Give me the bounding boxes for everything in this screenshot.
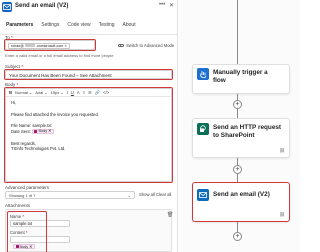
remove-token-icon[interactable]: ✕ [64, 44, 67, 48]
attachment-content-input[interactable]: Body ✕ [10, 236, 70, 250]
body-editor[interactable]: B Normal ⌄ Arial ⌄ 15px ⌄ I U A ≡ ☰ 🔗 </> H… [5, 88, 172, 182]
panel-header: Send an email (V2) ••• ✕ [0, 0, 178, 14]
show-all-button[interactable]: Show all [139, 192, 155, 197]
panel-tabs: Parameters Settings Code view Testing Ab… [2, 21, 140, 35]
attachments-group: Name * sample.txt Content * Body ✕ 🗑 [5, 209, 173, 252]
advanced-mode-switch[interactable]: Switch to Advanced Mode [118, 43, 174, 48]
advanced-parameters-label: Advanced parameters [5, 185, 50, 190]
tab-testing[interactable]: Testing [95, 21, 119, 33]
numbered-list-icon[interactable]: ☰ [88, 90, 92, 95]
close-icon[interactable]: ✕ [169, 2, 174, 9]
body-toolbar: B Normal ⌄ Arial ⌄ 15px ⌄ I U A ≡ ☰ 🔗 </> [6, 89, 171, 97]
font-name-select[interactable]: Arial ⌄ [35, 90, 47, 95]
attachment-name-input[interactable]: sample.txt [10, 219, 70, 227]
link-icon[interactable]: ⛓ [279, 148, 285, 154]
add-step-button[interactable]: + [233, 165, 242, 174]
sharepoint-icon [197, 123, 209, 135]
tab-code-view[interactable]: Code view [63, 21, 94, 33]
bullet-list-icon[interactable]: ≡ [83, 90, 85, 95]
code-view-icon[interactable]: </> [103, 90, 109, 95]
font-style-select[interactable]: Normal ⌄ [15, 90, 32, 95]
tab-settings[interactable]: Settings [37, 21, 63, 33]
card-title: Manually trigger a flow [213, 69, 268, 84]
flow-card-manual-trigger[interactable]: Manually trigger a flow [192, 64, 290, 94]
attachment-content-label: Content * [10, 230, 28, 235]
chevron-down-icon: ⌄ [60, 90, 64, 95]
delete-item-icon[interactable]: 🗑 [167, 212, 173, 218]
clear-all-button[interactable]: Clear all [156, 192, 171, 197]
underline-icon[interactable]: U [71, 90, 74, 95]
http-action-icon [15, 245, 19, 249]
add-step-button[interactable]: + [233, 232, 242, 241]
subject-input[interactable]: Your Document Has Been Found – See Attac… [5, 70, 172, 79]
to-hint: Enter a valid email or a full email addr… [5, 53, 114, 58]
font-color-icon[interactable]: A [77, 90, 80, 95]
subject-label: Subject * [5, 64, 24, 69]
attachments-label: Attachments [5, 203, 31, 208]
redacted-text [24, 43, 35, 48]
font-size-select[interactable]: 15px ⌄ [51, 90, 64, 95]
to-field[interactable]: rohan@ .onmicrosoft.com ✕ [5, 40, 95, 50]
link-icon[interactable]: ⛓ [279, 212, 285, 218]
tab-about[interactable]: About [119, 21, 140, 33]
card-title: Send an email (V2) [213, 191, 270, 198]
italic-icon[interactable]: I [67, 90, 68, 95]
link-icon[interactable]: 🔗 [95, 90, 100, 96]
chevron-down-icon: ⌄ [28, 90, 33, 95]
toggle-icon [118, 43, 124, 48]
chevron-down-icon: ⌄ [44, 90, 48, 95]
tab-divider [0, 34, 178, 35]
tab-parameters[interactable]: Parameters [2, 21, 37, 35]
recipient-token[interactable]: rohan@ .onmicrosoft.com ✕ [8, 42, 71, 49]
outlook-icon [2, 2, 12, 12]
remove-token-icon[interactable]: ✕ [48, 129, 51, 135]
connector-line [237, 0, 238, 64]
chevron-down-icon: ⌄ [127, 193, 131, 198]
flow-card-http-request[interactable]: Send an HTTP request to SharePoint ⛓ [192, 118, 290, 158]
hand-icon [197, 68, 209, 80]
dynamic-content-token[interactable]: Body ✕ [13, 244, 35, 250]
remove-token-icon[interactable]: ✕ [29, 244, 32, 249]
card-title: Send an HTTP request to SharePoint [213, 124, 282, 139]
advanced-parameters-select[interactable]: Showing 1 of 7 ⌄ [5, 191, 135, 199]
more-options-icon[interactable]: ••• [159, 2, 165, 8]
outlook-icon [197, 189, 209, 201]
http-action-icon [34, 130, 38, 134]
add-step-button[interactable]: + [233, 100, 242, 109]
flow-card-send-email[interactable]: Send an email (V2) ⛓ [192, 182, 290, 222]
panel-title: Send an email (V2) [15, 3, 69, 9]
action-config-panel: Send an email (V2) ••• ✕ Parameters Sett… [0, 0, 178, 252]
dynamic-content-token[interactable]: Body ✕ [31, 129, 54, 135]
body-line: TSInfo Technologies Pvt. Ltd. [11, 146, 66, 152]
body-label: Body * [5, 82, 19, 87]
attachment-name-label: Name * [10, 214, 24, 219]
body-content[interactable]: Hi, Please find attached the invoice you… [11, 100, 171, 152]
bold-icon[interactable]: B [9, 90, 12, 95]
